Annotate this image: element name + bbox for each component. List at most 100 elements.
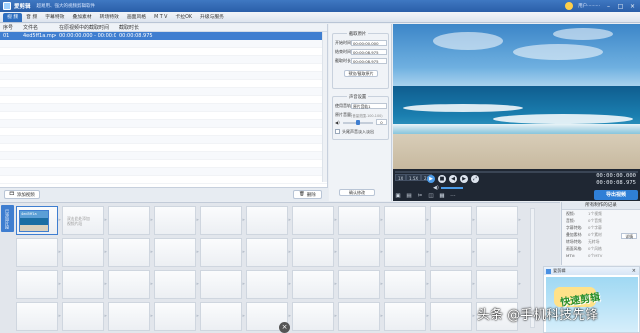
empty-slot[interactable]: 双击此处添加 视频片段 [62, 206, 107, 235]
empty-slot[interactable] [200, 270, 245, 299]
add-video-button[interactable]: 🎞 添加视频 [4, 190, 40, 199]
tab-overlay-material[interactable]: 叠加素材 [68, 13, 95, 22]
play-icon[interactable]: ▶ [427, 175, 435, 183]
empty-slot[interactable] [62, 238, 107, 267]
details-button[interactable]: 详情 [621, 233, 637, 239]
film-add-icon: 🎞 [9, 192, 15, 197]
speed-1-5x-button[interactable]: 1.5X [406, 174, 422, 181]
empty-slot[interactable] [62, 302, 107, 331]
empty-slot[interactable] [108, 270, 153, 299]
empty-slot[interactable] [338, 238, 383, 267]
scissors-icon[interactable]: ✂ [417, 193, 423, 199]
empty-slot[interactable] [154, 238, 199, 267]
grid-icon[interactable]: ▦ [439, 193, 445, 199]
timeline-clip[interactable]: 4ed5ff1a [16, 206, 61, 235]
tab-mtv[interactable]: M T V [150, 13, 171, 22]
share-icon[interactable]: ⋯ [450, 193, 456, 199]
close-icon[interactable]: × [629, 3, 636, 10]
empty-slot[interactable] [108, 238, 153, 267]
tab-video[interactable]: 视 频 [3, 13, 23, 22]
tab-audio[interactable]: 音 频 [22, 13, 41, 22]
previous-frame-icon[interactable]: ◀ [449, 175, 457, 183]
empty-slot[interactable] [384, 302, 429, 331]
preview-clip-button[interactable]: 预览/截取原片 [344, 70, 378, 77]
column-header[interactable]: 序号 [0, 24, 20, 31]
empty-slot[interactable] [476, 270, 521, 299]
column-header[interactable]: 截取时长 [116, 24, 166, 31]
start-time-input[interactable]: 00:00:00.000 [351, 40, 387, 46]
empty-slot[interactable] [476, 238, 521, 267]
user-name[interactable]: 用户········· [578, 3, 600, 9]
table-row[interactable]: 01 4ed5ff1a.mp4 00:00:00.000 - 00:00:00.… [0, 32, 327, 40]
volume-value-input[interactable]: 0 [376, 119, 387, 125]
empty-slot[interactable] [292, 302, 337, 331]
user-avatar[interactable] [565, 2, 574, 10]
cloud [513, 44, 603, 60]
folder-icon[interactable]: ▤ [406, 193, 412, 199]
column-header[interactable]: 在原视频中的截取时间 [56, 24, 116, 31]
empty-slot[interactable] [16, 270, 61, 299]
empty-slot[interactable] [292, 238, 337, 267]
fullscreen-icon[interactable]: ⤢ [471, 175, 479, 183]
duration-input[interactable]: 00:00:08.975 [351, 58, 387, 64]
empty-slot[interactable] [338, 206, 383, 235]
field-label: 结束时间: [335, 49, 353, 54]
empty-slot[interactable] [384, 206, 429, 235]
empty-slot[interactable] [292, 270, 337, 299]
empty-slot[interactable] [200, 302, 245, 331]
empty-slot[interactable] [476, 206, 521, 235]
next-frame-icon[interactable]: ▶ [460, 175, 468, 183]
empty-slot[interactable] [384, 270, 429, 299]
empty-slot[interactable] [200, 238, 245, 267]
field-label: 使用音轨: [335, 103, 353, 108]
volume-icon[interactable]: ◀) [433, 185, 439, 191]
empty-slot[interactable] [430, 206, 475, 235]
delete-button[interactable]: 🗑 删除 [293, 190, 322, 199]
empty-slot[interactable] [154, 270, 199, 299]
empty-slot[interactable] [292, 206, 337, 235]
empty-slot[interactable] [108, 302, 153, 331]
empty-slot[interactable] [154, 302, 199, 331]
clip-list-scrollbar[interactable] [322, 32, 327, 182]
end-time-input[interactable]: 00:00:08.975 [351, 49, 387, 55]
empty-slot[interactable] [16, 238, 61, 267]
player-volume-slider[interactable] [441, 187, 463, 189]
empty-slot[interactable] [154, 206, 199, 235]
tab-transitions[interactable]: 转场特效 [96, 13, 123, 22]
fade-checkbox[interactable] [335, 129, 340, 134]
audio-track-select[interactable]: 原片音轨1 [351, 103, 387, 109]
tab-subtitle-effects[interactable]: 字幕特效 [41, 13, 68, 22]
empty-slot[interactable] [108, 206, 153, 235]
empty-slot[interactable] [430, 302, 475, 331]
tab-karaoke[interactable]: 卡拉OK [171, 13, 196, 22]
maximize-icon[interactable]: □ [617, 3, 624, 10]
camera-icon[interactable]: ▣ [395, 193, 401, 199]
snapshot-icon[interactable]: ◫ [428, 193, 434, 199]
confirm-edit-button[interactable]: 确认修改 [339, 189, 375, 196]
tab-upgrade-service[interactable]: 升级与服务 [196, 13, 228, 22]
export-video-button[interactable]: 导出视频 [594, 190, 638, 200]
close-icon[interactable]: × [632, 268, 636, 274]
empty-slot[interactable] [246, 238, 291, 267]
speed-1x-button[interactable]: 1X [395, 174, 407, 181]
minimize-icon[interactable]: – [605, 3, 612, 10]
wave [493, 114, 633, 124]
info-row: 音频: 0个音频 [566, 218, 602, 223]
empty-slot[interactable] [430, 238, 475, 267]
empty-slot[interactable] [16, 302, 61, 331]
empty-slot[interactable] [384, 238, 429, 267]
stop-icon[interactable]: ■ [438, 175, 446, 183]
tab-picture-style[interactable]: 画面风格 [123, 13, 150, 22]
video-preview[interactable] [393, 24, 640, 169]
empty-slot[interactable] [430, 270, 475, 299]
empty-slot[interactable] [338, 270, 383, 299]
close-circle-icon[interactable]: × [279, 322, 290, 333]
volume-slider-handle[interactable] [356, 120, 360, 125]
timeline-row [16, 302, 528, 331]
empty-slot[interactable] [200, 206, 245, 235]
empty-slot[interactable] [246, 206, 291, 235]
empty-slot[interactable] [246, 270, 291, 299]
column-header[interactable]: 文件名 [20, 24, 56, 31]
empty-slot[interactable] [338, 302, 383, 331]
empty-slot[interactable] [62, 270, 107, 299]
